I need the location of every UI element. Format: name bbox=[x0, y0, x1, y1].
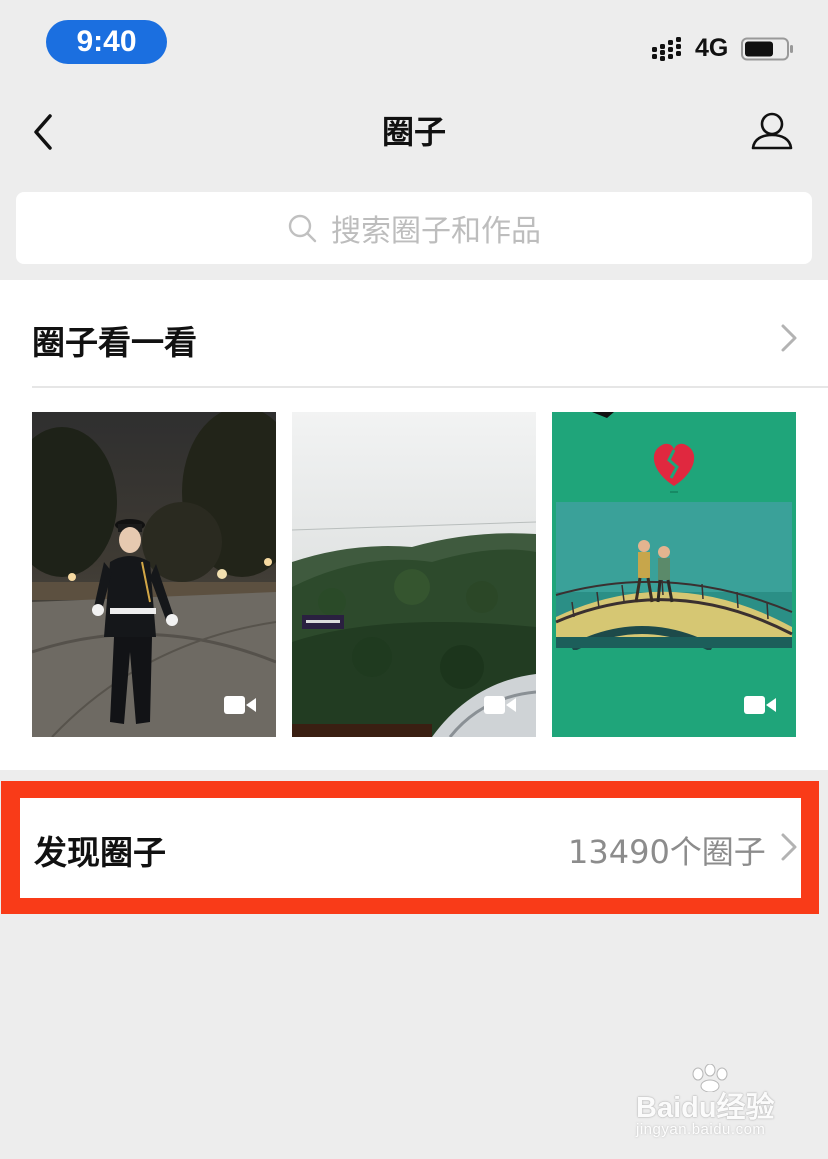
chevron-right-icon[interactable] bbox=[780, 832, 798, 862]
signal-icon bbox=[652, 37, 681, 61]
battery-icon bbox=[741, 37, 793, 61]
search-icon bbox=[288, 214, 317, 243]
back-button[interactable] bbox=[28, 110, 68, 154]
section-title[interactable]: 圈子看一看 bbox=[32, 316, 197, 364]
chevron-right-icon[interactable] bbox=[780, 323, 798, 353]
mountain-image bbox=[292, 412, 536, 737]
search-placeholder: 搜索圈子和作品 bbox=[331, 214, 541, 249]
circle-count: 13490个圈子 bbox=[568, 833, 766, 871]
watermark-brand: Baidu经验 bbox=[636, 1092, 775, 1124]
baidu-watermark: Baidu经验 jingyan.baidu.com bbox=[636, 1064, 786, 1148]
network-type: 4G bbox=[695, 34, 729, 62]
divider bbox=[32, 386, 828, 388]
video-camera-icon bbox=[484, 696, 516, 714]
page-title: 圈子 bbox=[381, 113, 446, 151]
discover-label: 发现圈子 bbox=[34, 833, 166, 872]
video-thumbnail-3[interactable] bbox=[552, 412, 796, 737]
video-camera-icon bbox=[744, 696, 776, 714]
person-icon[interactable] bbox=[748, 108, 796, 156]
search-input[interactable]: 搜索圈子和作品 bbox=[16, 192, 812, 264]
status-time: 9:40 bbox=[46, 20, 167, 64]
video-thumbnail-1[interactable] bbox=[32, 412, 276, 737]
cartoon-image bbox=[552, 412, 796, 737]
soldier-image bbox=[32, 412, 276, 737]
watermark-url: jingyan.baidu.com bbox=[636, 1121, 766, 1138]
video-thumbnail-2[interactable] bbox=[292, 412, 536, 737]
video-camera-icon bbox=[224, 696, 256, 714]
